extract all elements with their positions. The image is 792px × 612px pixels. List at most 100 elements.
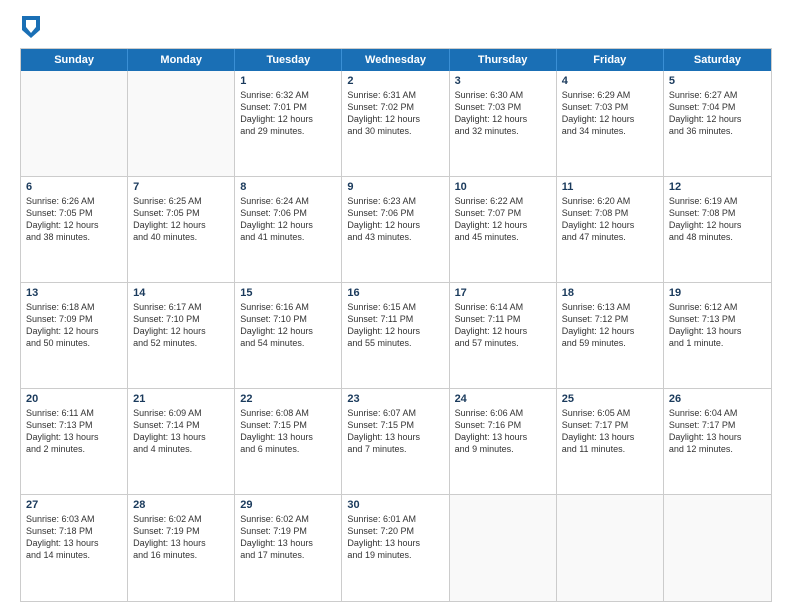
cell-info-line: Sunset: 7:03 PM [562, 101, 658, 113]
cell-info-line: Daylight: 12 hours [562, 325, 658, 337]
day-number: 26 [669, 393, 766, 405]
cell-info-line: Sunset: 7:06 PM [240, 207, 336, 219]
calendar-cell: 8Sunrise: 6:24 AMSunset: 7:06 PMDaylight… [235, 177, 342, 282]
cell-info-line: Sunset: 7:19 PM [240, 525, 336, 537]
cell-info-line: Sunrise: 6:31 AM [347, 89, 443, 101]
calendar-header-day: Wednesday [342, 49, 449, 71]
cell-info-line: and 43 minutes. [347, 231, 443, 243]
cell-info-line: and 1 minute. [669, 337, 766, 349]
cell-info-line: Daylight: 13 hours [669, 325, 766, 337]
calendar-cell: 9Sunrise: 6:23 AMSunset: 7:06 PMDaylight… [342, 177, 449, 282]
calendar-week-row: 20Sunrise: 6:11 AMSunset: 7:13 PMDayligh… [21, 389, 771, 495]
cell-info-line: Sunrise: 6:26 AM [26, 195, 122, 207]
calendar-cell: 26 Sunrise: 6:04 AMSunset: 7:17 PMDayligh… [664, 389, 771, 494]
cell-info-line: Sunset: 7:09 PM [26, 313, 122, 325]
calendar-cell: 24Sunrise: 6:06 AMSunset: 7:16 PMDayligh… [450, 389, 557, 494]
cell-info-line: Sunset: 7:05 PM [26, 207, 122, 219]
cell-info-line: Sunrise: 6:07 AM [347, 407, 443, 419]
cell-info-line: Daylight: 12 hours [240, 219, 336, 231]
calendar-cell: 5Sunrise: 6:27 AMSunset: 7:04 PMDaylight… [664, 71, 771, 176]
calendar-header-day: Sunday [21, 49, 128, 71]
cell-info-line: and 7 minutes. [347, 443, 443, 455]
cell-info-line: Sunset: 7:18 PM [26, 525, 122, 537]
cell-info-line: Sunset: 7:07 PM [455, 207, 551, 219]
day-number: 22 [240, 393, 336, 405]
calendar-cell: 28Sunrise: 6:02 AMSunset: 7:19 PMDayligh… [128, 495, 235, 601]
calendar-cell: 14Sunrise: 6:17 AMSunset: 7:10 PMDayligh… [128, 283, 235, 388]
cell-info-line: Sunset: 7:19 PM [133, 525, 229, 537]
cell-info-line: Daylight: 12 hours [240, 325, 336, 337]
cell-info-line: and 30 minutes. [347, 125, 443, 137]
cell-info-line: Daylight: 13 hours [26, 537, 122, 549]
day-number: 27 [26, 499, 122, 511]
cell-info-line: and 9 minutes. [455, 443, 551, 455]
calendar-cell [450, 495, 557, 601]
cell-info-line: Daylight: 12 hours [455, 325, 551, 337]
cell-info-line: Sunrise: 6:25 AM [133, 195, 229, 207]
cell-info-line: and 47 minutes. [562, 231, 658, 243]
cell-info-line: Daylight: 12 hours [562, 113, 658, 125]
calendar: SundayMondayTuesdayWednesdayThursdayFrid… [20, 48, 772, 602]
day-number: 23 [347, 393, 443, 405]
day-number: 4 [562, 75, 658, 87]
day-number: 2 [347, 75, 443, 87]
calendar-week-row: 6Sunrise: 6:26 AMSunset: 7:05 PMDaylight… [21, 177, 771, 283]
cell-info-line: Daylight: 13 hours [562, 431, 658, 443]
cell-info-line: Sunrise: 6:24 AM [240, 195, 336, 207]
calendar-cell: 23Sunrise: 6:07 AMSunset: 7:15 PMDayligh… [342, 389, 449, 494]
cell-info-line: Sunrise: 6:18 AM [26, 301, 122, 313]
cell-info-line: Daylight: 13 hours [347, 431, 443, 443]
cell-info-line: and 50 minutes. [26, 337, 122, 349]
cell-info-line: Daylight: 12 hours [669, 219, 766, 231]
calendar-cell: 22Sunrise: 6:08 AMSunset: 7:15 PMDayligh… [235, 389, 342, 494]
cell-info-line: Sunset: 7:11 PM [455, 313, 551, 325]
cell-info-line: Sunrise: 6:06 AM [455, 407, 551, 419]
cell-info-line: Sunrise: 6:02 AM [133, 513, 229, 525]
calendar-cell: 21Sunrise: 6:09 AMSunset: 7:14 PMDayligh… [128, 389, 235, 494]
cell-info-line: Sunset: 7:20 PM [347, 525, 443, 537]
cell-info-line: Sunrise: 6:16 AM [240, 301, 336, 313]
cell-info-line: Daylight: 12 hours [669, 113, 766, 125]
calendar-cell: 15 Sunrise: 6:16 AMSunset: 7:10 PMDayligh… [235, 283, 342, 388]
cell-info-line: and 59 minutes. [562, 337, 658, 349]
cell-info-line: and 41 minutes. [240, 231, 336, 243]
day-number: 13 [26, 287, 122, 299]
logo [20, 16, 46, 38]
cell-info-line: Sunset: 7:05 PM [133, 207, 229, 219]
cell-info-line: Sunset: 7:15 PM [240, 419, 336, 431]
cell-info-line: Sunset: 7:14 PM [133, 419, 229, 431]
cell-info-line: Daylight: 13 hours [669, 431, 766, 443]
calendar-header-day: Thursday [450, 49, 557, 71]
day-number: 10 [455, 181, 551, 193]
cell-info-line: Sunset: 7:08 PM [562, 207, 658, 219]
day-number: 5 [669, 75, 766, 87]
calendar-cell [557, 495, 664, 601]
calendar-header: SundayMondayTuesdayWednesdayThursdayFrid… [21, 49, 771, 71]
cell-info-line: Sunrise: 6:12 AM [669, 301, 766, 313]
cell-info-line: and 4 minutes. [133, 443, 229, 455]
calendar-cell: 11Sunrise: 6:20 AMSunset: 7:08 PMDayligh… [557, 177, 664, 282]
calendar-body: 1Sunrise: 6:32 AMSunset: 7:01 PMDaylight… [21, 71, 771, 601]
cell-info-line: Sunrise: 6:04 AM [669, 407, 766, 419]
calendar-cell: 18Sunrise: 6:13 AMSunset: 7:12 PMDayligh… [557, 283, 664, 388]
calendar-cell: 10Sunrise: 6:22 AMSunset: 7:07 PMDayligh… [450, 177, 557, 282]
day-number: 15 [240, 287, 336, 299]
cell-info-line: Sunrise: 6:01 AM [347, 513, 443, 525]
cell-info-line: Sunset: 7:10 PM [240, 313, 336, 325]
cell-info-line: Sunset: 7:16 PM [455, 419, 551, 431]
cell-info-line: Sunset: 7:17 PM [669, 419, 766, 431]
cell-info-line: Daylight: 13 hours [26, 431, 122, 443]
header [20, 16, 772, 38]
calendar-cell: 12Sunrise: 6:19 AMSunset: 7:08 PMDayligh… [664, 177, 771, 282]
cell-info-line: and 54 minutes. [240, 337, 336, 349]
cell-info-line: and 45 minutes. [455, 231, 551, 243]
cell-info-line: and 34 minutes. [562, 125, 658, 137]
cell-info-line: Sunrise: 6:30 AM [455, 89, 551, 101]
day-number: 30 [347, 499, 443, 511]
cell-info-line: and 52 minutes. [133, 337, 229, 349]
cell-info-line: Sunrise: 6:32 AM [240, 89, 336, 101]
cell-info-line: Daylight: 12 hours [347, 113, 443, 125]
calendar-cell [128, 71, 235, 176]
cell-info-line: and 11 minutes. [562, 443, 658, 455]
cell-info-line: and 55 minutes. [347, 337, 443, 349]
